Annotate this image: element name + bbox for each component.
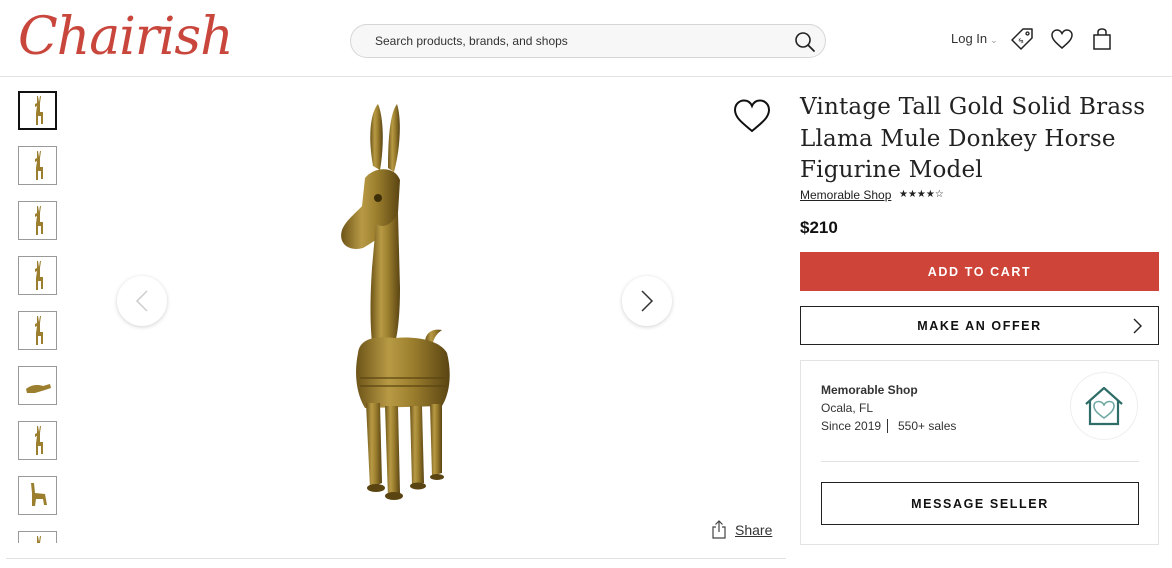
thumbnail-4[interactable] bbox=[18, 256, 57, 295]
thumbnail-strip bbox=[18, 91, 58, 543]
share-icon bbox=[712, 520, 726, 539]
next-image-button[interactable] bbox=[622, 276, 672, 326]
shop-link[interactable]: Memorable Shop bbox=[800, 188, 891, 202]
login-label: Log In bbox=[951, 31, 988, 46]
site-header: Chairish Log In⌄ $ bbox=[0, 0, 1172, 77]
chevron-right-icon bbox=[641, 290, 654, 312]
thumbnail-3[interactable] bbox=[18, 201, 57, 240]
divider bbox=[6, 558, 786, 559]
seller-card: Memorable Shop Ocala, FL Since 2019 550+… bbox=[800, 360, 1159, 545]
previous-image-button[interactable] bbox=[117, 276, 167, 326]
message-seller-button[interactable]: MESSAGE SELLER bbox=[821, 482, 1139, 525]
search-bar bbox=[350, 24, 826, 58]
seller-avatar[interactable] bbox=[1070, 372, 1138, 440]
seller-location: Ocala, FL bbox=[821, 401, 874, 415]
thumbnail-figurine-image bbox=[35, 535, 41, 543]
seller-name[interactable]: Memorable Shop bbox=[821, 383, 918, 397]
product-image bbox=[80, 88, 780, 548]
house-heart-icon bbox=[1085, 386, 1123, 426]
favorite-heart-icon[interactable] bbox=[733, 98, 771, 134]
share-label: Share bbox=[735, 521, 773, 538]
make-offer-label: MAKE AN OFFER bbox=[917, 318, 1042, 333]
divider bbox=[887, 419, 888, 433]
shop-rating-stars: ★★★★☆ bbox=[899, 189, 944, 200]
shopping-bag-icon[interactable] bbox=[1090, 27, 1114, 51]
search-input[interactable] bbox=[375, 25, 775, 57]
thumbnail-figurine-image bbox=[25, 383, 51, 393]
brass-llama-figurine-image bbox=[341, 104, 450, 500]
seller-since: Since 2019 bbox=[821, 419, 882, 433]
make-offer-button[interactable]: MAKE AN OFFER bbox=[800, 306, 1159, 345]
thumbnail-5[interactable] bbox=[18, 311, 57, 350]
product-price: $210 bbox=[800, 218, 838, 237]
chairish-logo[interactable]: Chairish bbox=[18, 4, 234, 70]
heart-icon[interactable] bbox=[1050, 27, 1074, 51]
price-tag-icon[interactable]: $ bbox=[1010, 27, 1034, 51]
thumbnail-7[interactable] bbox=[18, 421, 57, 460]
thumbnail-figurine-image bbox=[34, 260, 43, 290]
chevron-left-icon bbox=[135, 290, 148, 312]
thumbnail-figurine-image bbox=[34, 95, 43, 125]
divider bbox=[821, 461, 1139, 462]
chevron-down-icon: ⌄ bbox=[990, 35, 998, 45]
thumbnail-8[interactable] bbox=[18, 476, 57, 515]
thumbnail-figurine-image bbox=[34, 205, 43, 235]
svg-text:$: $ bbox=[1017, 36, 1026, 45]
search-icon[interactable] bbox=[793, 30, 817, 54]
product-title: Vintage Tall Gold Solid Brass Llama Mule… bbox=[800, 94, 1146, 183]
thumbnail-2[interactable] bbox=[18, 146, 57, 185]
add-to-cart-button[interactable]: ADD TO CART bbox=[800, 252, 1159, 291]
thumbnail-1[interactable] bbox=[18, 91, 57, 130]
login-menu[interactable]: Log In ⌄ bbox=[951, 31, 998, 46]
thumbnail-6[interactable] bbox=[18, 366, 57, 405]
share-button[interactable]: Share bbox=[711, 520, 772, 539]
seller-sales: 550+ sales bbox=[898, 419, 957, 433]
chevron-right-icon bbox=[1133, 318, 1142, 334]
thumbnail-figurine-image bbox=[34, 315, 43, 345]
thumbnail-9[interactable] bbox=[18, 531, 57, 543]
thumbnail-figurine-image bbox=[34, 425, 43, 455]
thumbnail-figurine-image bbox=[34, 150, 43, 180]
thumbnail-figurine-image bbox=[30, 482, 47, 506]
